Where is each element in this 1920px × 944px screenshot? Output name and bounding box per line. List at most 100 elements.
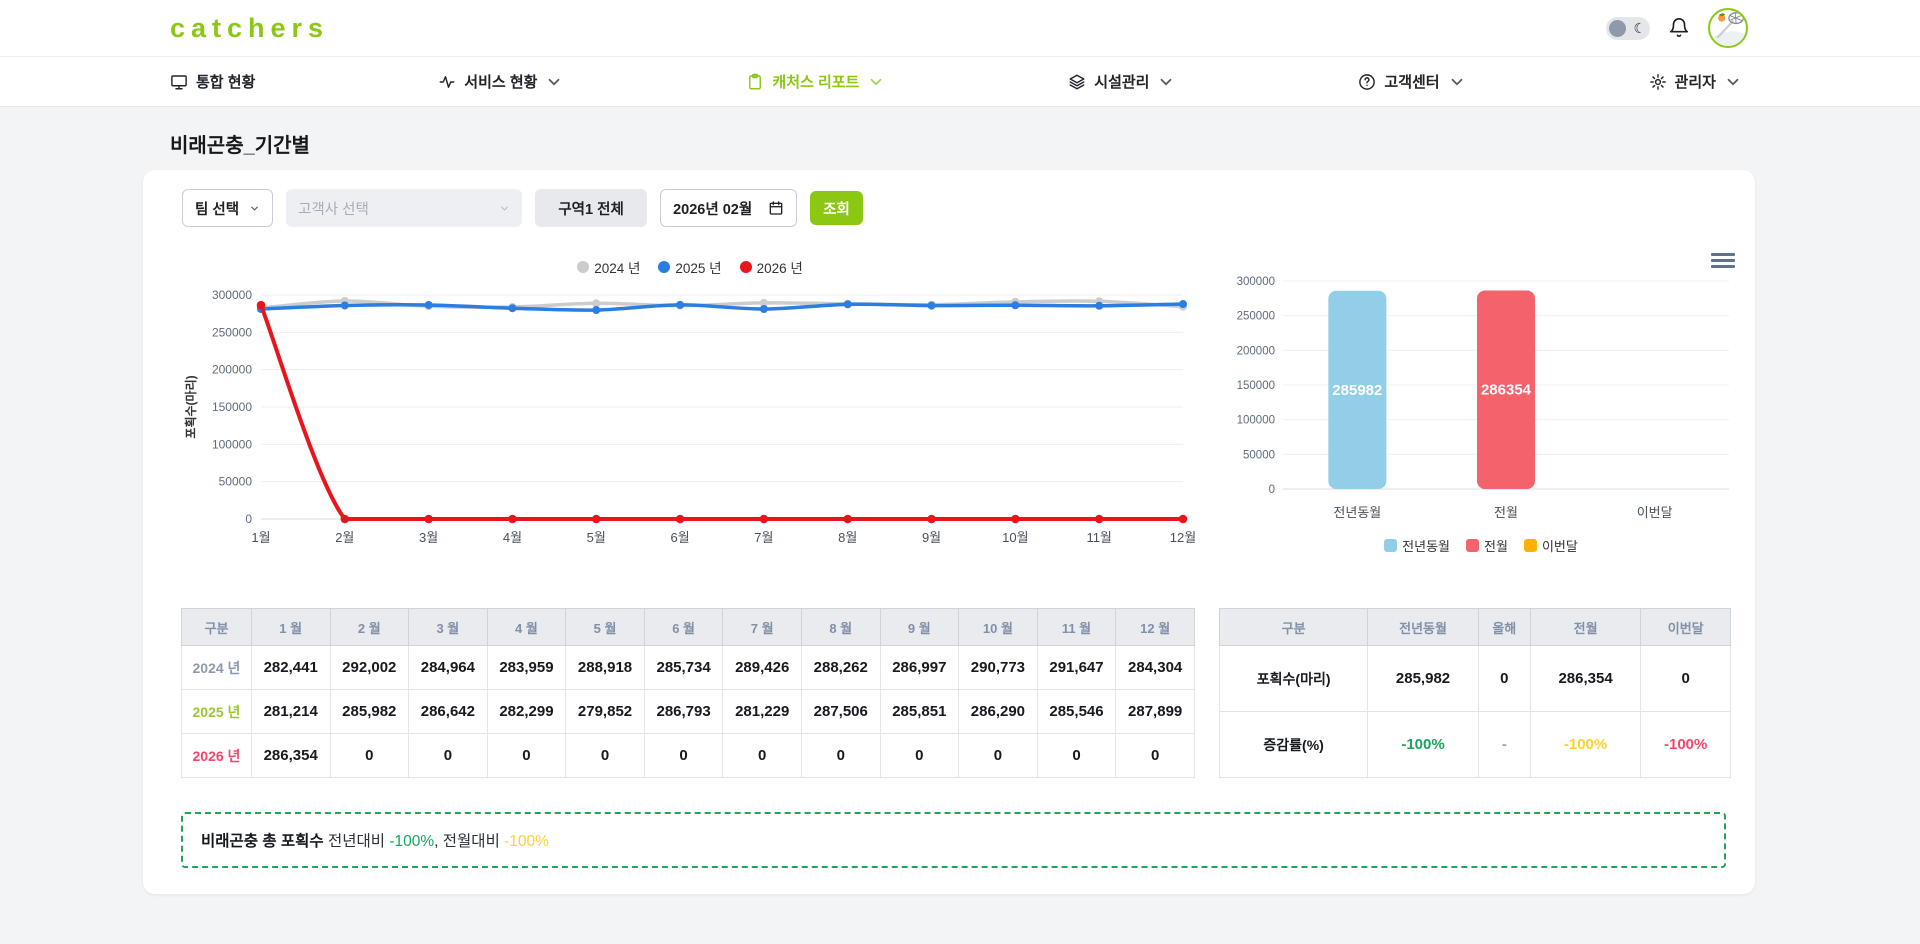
nav-item-admin[interactable]: 관리자 bbox=[1649, 71, 1742, 92]
table-cell: 285,982 bbox=[330, 690, 409, 734]
clipboard-icon bbox=[746, 73, 764, 91]
bar-legend-item[interactable]: 전년동월 bbox=[1384, 536, 1450, 555]
nav-item-customer-center[interactable]: 고객센터 bbox=[1358, 71, 1465, 92]
svg-text:50000: 50000 bbox=[219, 475, 253, 489]
table-cell: 286,997 bbox=[880, 646, 959, 690]
table-row: 증감률(%)-100%--100%-100% bbox=[1220, 712, 1731, 778]
bar-legend-item[interactable]: 이번달 bbox=[1524, 536, 1578, 555]
svg-text:7월: 7월 bbox=[754, 530, 773, 545]
nav-item-service-status[interactable]: 서비스 현황 bbox=[438, 71, 563, 92]
svg-text:300000: 300000 bbox=[1237, 276, 1275, 288]
table-cell: 285,851 bbox=[880, 690, 959, 734]
table-cell: 284,304 bbox=[1116, 646, 1195, 690]
chevron-down-icon bbox=[1724, 73, 1742, 91]
column-header: 9 월 bbox=[880, 609, 959, 646]
legend-item-2026[interactable]: 2026 년 bbox=[740, 257, 803, 277]
monthly-table: 구분1 월2 월3 월4 월5 월6 월7 월8 월9 월10 월11 월12 … bbox=[181, 608, 1195, 778]
table-cell: 286,290 bbox=[959, 690, 1038, 734]
svg-text:150000: 150000 bbox=[212, 400, 252, 414]
svg-text:100000: 100000 bbox=[212, 437, 252, 451]
summary-text: 비래곤충 총 포획수 bbox=[201, 833, 324, 850]
column-header: 올해 bbox=[1478, 609, 1530, 646]
summary-text: , 전월대비 bbox=[434, 833, 504, 850]
table-cell: 0 bbox=[959, 734, 1038, 778]
bar-legend-item[interactable]: 전월 bbox=[1466, 536, 1508, 555]
svg-text:10월: 10월 bbox=[1002, 530, 1028, 545]
table-cell: 282,299 bbox=[487, 690, 566, 734]
svg-text:전년동월: 전년동월 bbox=[1333, 505, 1381, 520]
table-cell: 291,647 bbox=[1037, 646, 1116, 690]
legend-item-2024[interactable]: 2024 년 bbox=[577, 257, 640, 277]
table-cell: 282,441 bbox=[251, 646, 330, 690]
table-cell: 288,262 bbox=[801, 646, 880, 690]
bar-chart: 0500001000001500002000002500003000002859… bbox=[1223, 257, 1739, 556]
customer-select[interactable]: 고객사 선택 bbox=[286, 189, 522, 227]
legend-dot bbox=[740, 261, 752, 273]
search-button[interactable]: 조회 bbox=[810, 191, 863, 225]
moon-icon: ☾ bbox=[1633, 21, 1646, 35]
page-title: 비래곤충_기간별 bbox=[170, 129, 1920, 158]
table-cell: 286,354 bbox=[1530, 646, 1641, 712]
svg-text:285982: 285982 bbox=[1332, 382, 1382, 399]
table-cell: 286,642 bbox=[409, 690, 488, 734]
nav-item-catchers-report[interactable]: 캐처스 리포트 bbox=[746, 71, 885, 92]
chevron-down-icon bbox=[545, 73, 563, 91]
svg-text:5월: 5월 bbox=[587, 530, 606, 545]
brand-logo[interactable]: catchers bbox=[170, 13, 329, 44]
svg-text:8월: 8월 bbox=[838, 530, 857, 545]
column-header: 4 월 bbox=[487, 609, 566, 646]
legend-dot bbox=[658, 261, 670, 273]
svg-text:286354: 286354 bbox=[1481, 382, 1532, 399]
main-nav: 통합 현황 서비스 현황 캐처스 리포트 시설관리 고객센터 관리자 bbox=[0, 57, 1920, 107]
column-header: 전년동월 bbox=[1368, 609, 1479, 646]
row-label: 2024 년 bbox=[182, 646, 252, 690]
table-cell: 0 bbox=[1478, 646, 1530, 712]
column-header: 3 월 bbox=[409, 609, 488, 646]
table-cell: 285,546 bbox=[1037, 690, 1116, 734]
calendar-icon bbox=[768, 200, 784, 216]
chevron-down-icon bbox=[499, 203, 510, 214]
column-header: 이번달 bbox=[1641, 609, 1731, 646]
svg-text:250000: 250000 bbox=[1237, 311, 1275, 323]
gear-icon bbox=[1649, 73, 1667, 91]
table-cell: -100% bbox=[1368, 712, 1479, 778]
table-cell: 0 bbox=[330, 734, 409, 778]
table-cell: 285,734 bbox=[644, 646, 723, 690]
table-cell: -100% bbox=[1641, 712, 1731, 778]
dark-mode-toggle[interactable]: ☾ bbox=[1606, 17, 1650, 40]
table-cell: 281,229 bbox=[723, 690, 802, 734]
table-cell: 0 bbox=[723, 734, 802, 778]
chart-menu-icon[interactable] bbox=[1711, 253, 1735, 268]
zone-field[interactable]: 구역1 전체 bbox=[535, 189, 647, 227]
chevron-down-icon bbox=[1448, 73, 1466, 91]
chevron-down-icon bbox=[249, 203, 260, 214]
svg-text:100000: 100000 bbox=[1237, 415, 1275, 427]
table-cell: 0 bbox=[880, 734, 959, 778]
legend-item-2025[interactable]: 2025 년 bbox=[658, 257, 721, 277]
svg-text:200000: 200000 bbox=[212, 363, 252, 377]
table-cell: -100% bbox=[1530, 712, 1641, 778]
svg-text:11월: 11월 bbox=[1086, 530, 1111, 545]
activity-icon bbox=[438, 73, 456, 91]
chevron-down-icon bbox=[1157, 73, 1175, 91]
column-header: 11 월 bbox=[1037, 609, 1116, 646]
svg-text:9월: 9월 bbox=[922, 530, 941, 545]
table-cell: 0 bbox=[801, 734, 880, 778]
bell-icon[interactable] bbox=[1668, 17, 1690, 39]
svg-text:50000: 50000 bbox=[1243, 449, 1275, 461]
table-cell: 0 bbox=[1116, 734, 1195, 778]
table-cell: 287,506 bbox=[801, 690, 880, 734]
nav-item-facility[interactable]: 시설관리 bbox=[1068, 71, 1175, 92]
line-chart-canvas: 0500001000001500002000002500003000001월2월… bbox=[181, 283, 1199, 551]
column-header: 6 월 bbox=[644, 609, 723, 646]
legend-dot bbox=[577, 261, 589, 273]
avatar[interactable] bbox=[1708, 8, 1748, 48]
column-header: 10 월 bbox=[959, 609, 1038, 646]
svg-text:4월: 4월 bbox=[503, 530, 522, 545]
table-cell: 284,964 bbox=[409, 646, 488, 690]
line-chart-legend: 2024 년 2025 년 2026 년 bbox=[181, 257, 1199, 277]
nav-item-dashboard[interactable]: 통합 현황 bbox=[170, 71, 255, 92]
svg-text:0: 0 bbox=[245, 512, 252, 526]
team-select[interactable]: 팀 선택 bbox=[182, 189, 273, 227]
month-picker[interactable]: 2026년 02월 bbox=[660, 189, 797, 227]
